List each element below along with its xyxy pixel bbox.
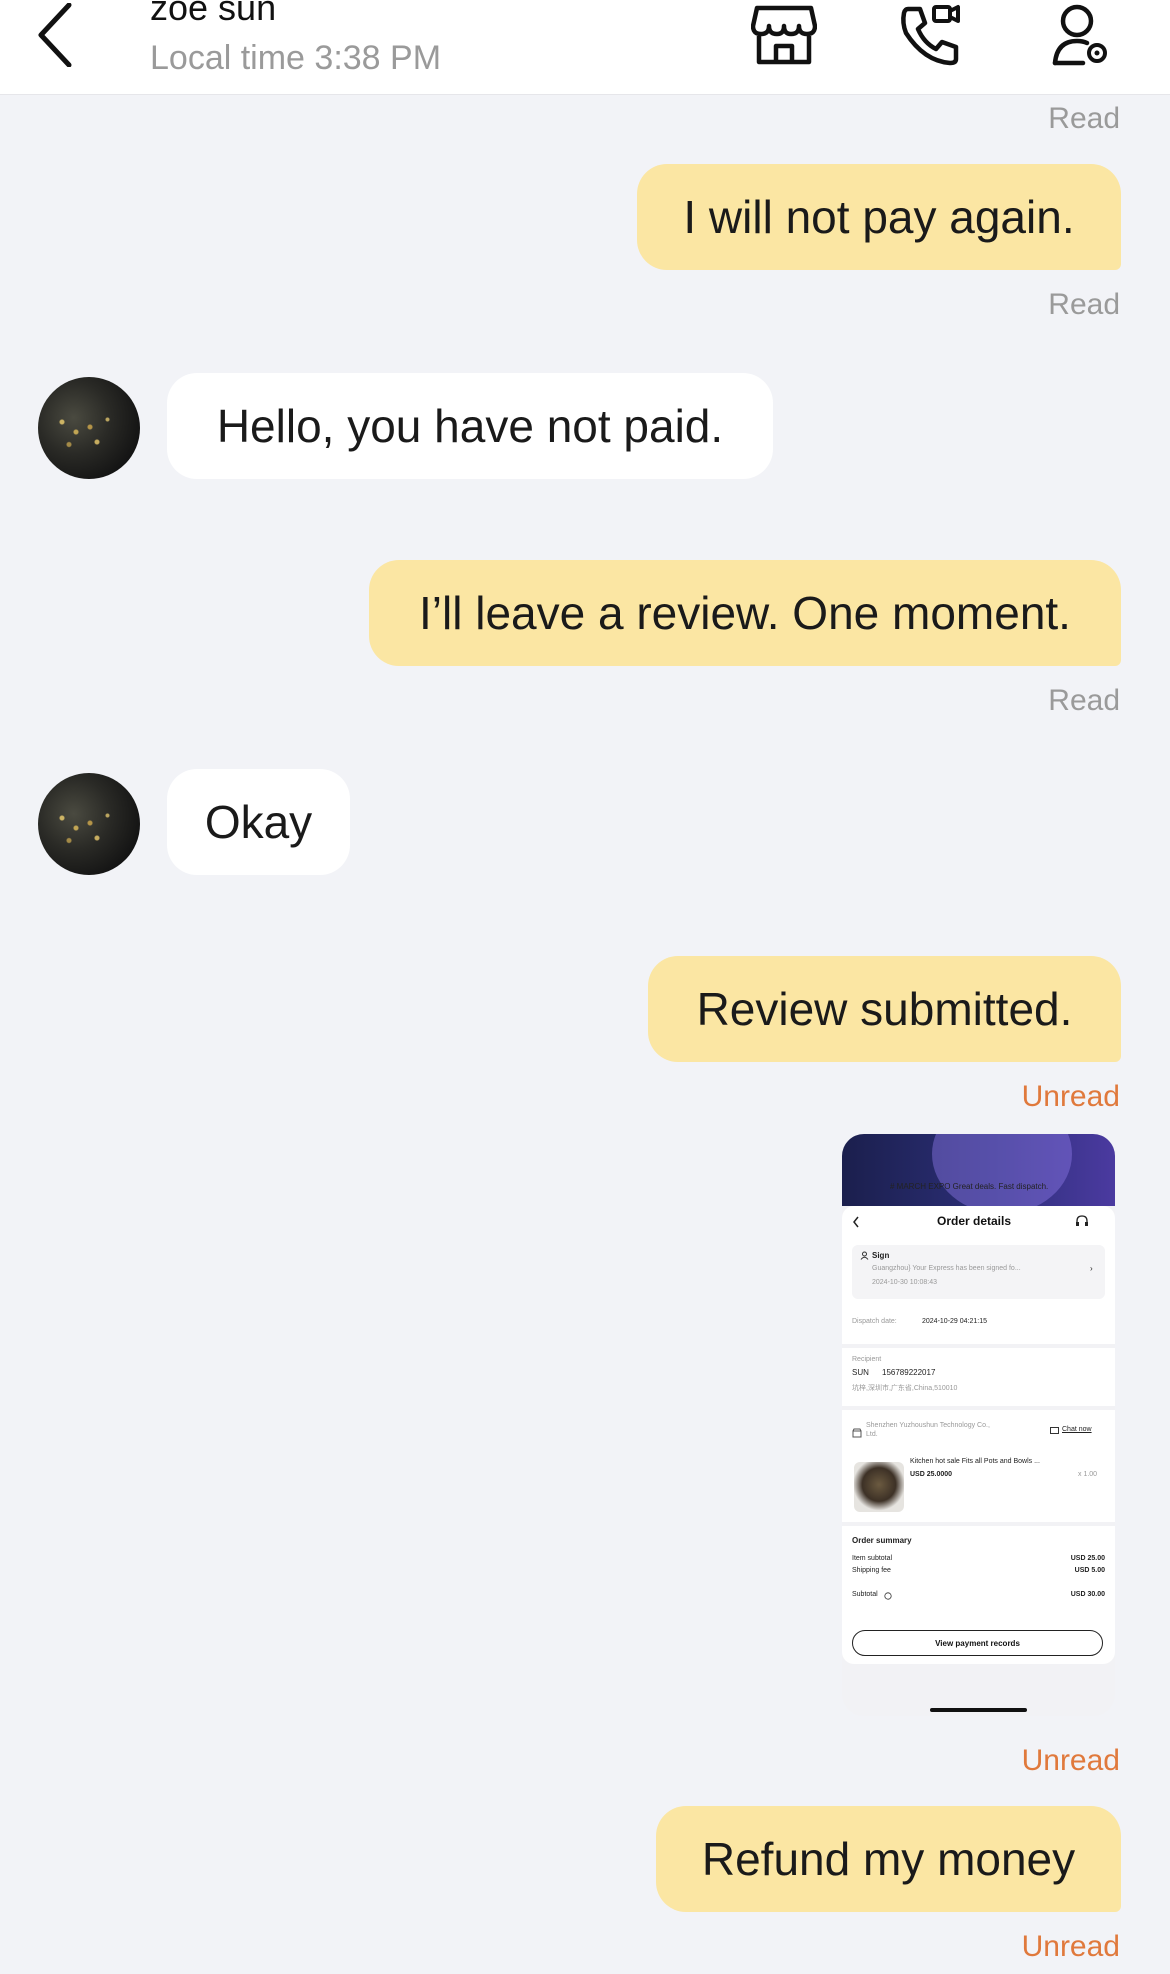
screenshot-sign-detail: Guangzhou} Your Express has been signed … [872, 1265, 1021, 1272]
store-icon [751, 5, 817, 65]
screenshot-recipient-label: Recipient [852, 1356, 882, 1363]
info-icon [884, 1592, 892, 1600]
video-call-icon [901, 5, 960, 66]
headset-icon [1076, 1215, 1088, 1226]
message-status: Unread [1021, 1744, 1120, 1777]
outgoing-message[interactable]: Review submitted. [648, 956, 1121, 1062]
outgoing-message[interactable]: I’ll leave a review. One moment. [369, 560, 1121, 666]
contact-name[interactable]: zoe sun [150, 0, 276, 28]
screenshot-product-image [854, 1462, 904, 1512]
screenshot-seller-name: Shenzhen Yuzhoushun Technology Co., [866, 1422, 990, 1429]
screenshot-recipient-name: SUN [852, 1368, 869, 1377]
screenshot-banner [842, 1134, 1115, 1214]
store-icon [852, 1428, 862, 1438]
screenshot-product-qty: x 1.00 [1078, 1471, 1098, 1478]
message-status: Unread [1021, 1930, 1120, 1963]
screenshot-item-subtotal-value: USD 25.00 [1070, 1555, 1105, 1562]
chat-header: zoe sun Local time 3:38 PM [0, 0, 1170, 95]
screenshot-order-card: Order details Sign Guangzhou} Your Expre… [842, 1206, 1115, 1344]
video-call-button[interactable] [895, 0, 965, 70]
screenshot-recipient-phone: 156789222017 [882, 1368, 936, 1377]
contact-settings-icon [1052, 4, 1107, 66]
chevron-left-icon [853, 1216, 859, 1228]
message-status: Read [1048, 288, 1120, 321]
chat-icon [1050, 1427, 1059, 1434]
chevron-right-icon: › [1090, 1264, 1093, 1273]
screenshot-sign-time: 2024-10-30 10:08:43 [872, 1279, 937, 1286]
contact-avatar[interactable] [38, 773, 140, 875]
order-screenshot-image[interactable]: # MARCH EXPO Great deals. Fast dispatch.… [842, 1134, 1115, 1716]
contact-settings-button[interactable] [1046, 0, 1116, 70]
screenshot-product-card: Shenzhen Yuzhoushun Technology Co., Ltd.… [842, 1410, 1115, 1522]
back-icon [38, 3, 72, 67]
screenshot-dispatch-value: 2024-10-29 04:21:15 [922, 1318, 987, 1325]
screenshot-item-subtotal-label: Item subtotal [852, 1555, 893, 1562]
screenshot-recipient-card: Recipient SUN 156789222017 坑梓,深圳市,广东省,Ch… [842, 1348, 1115, 1406]
screenshot-subtotal-value: USD 30.00 [1070, 1591, 1105, 1598]
screenshot-subtotal-label: Subtotal [852, 1591, 878, 1598]
outgoing-message[interactable]: I will not pay again. [637, 164, 1121, 270]
screenshot-shipping-label: Shipping fee [852, 1567, 891, 1574]
outgoing-message[interactable]: Refund my money [656, 1806, 1121, 1912]
screenshot-seller-name-2: Ltd. [866, 1431, 878, 1438]
incoming-message[interactable]: Hello, you have not paid. [167, 373, 773, 479]
screenshot-summary-card: Order summary Item subtotal USD 25.00 Sh… [842, 1526, 1115, 1664]
screenshot-product-name: Kitchen hot sale Fits all Pots and Bowls… [910, 1458, 1040, 1465]
screenshot-view-payment-button: View payment records [852, 1630, 1103, 1656]
user-icon [860, 1251, 869, 1260]
store-button[interactable] [749, 0, 819, 70]
back-button[interactable] [30, 0, 80, 70]
screenshot-shipping-value: USD 5.00 [1074, 1567, 1105, 1574]
message-status: Unread [1021, 1080, 1120, 1113]
screenshot-dispatch-label: Dispatch date: [852, 1318, 897, 1325]
screenshot-recipient-address: 坑梓,深圳市,广东省,China,510010 [852, 1385, 958, 1392]
screenshot-title: Order details [937, 1214, 1012, 1228]
screenshot-home-indicator [930, 1708, 1027, 1712]
screenshot-summary-title: Order summary [852, 1536, 912, 1545]
message-status: Read [1048, 102, 1120, 135]
screenshot-chat-now: Chat now [1062, 1426, 1092, 1433]
message-status: Read [1048, 684, 1120, 717]
local-time: Local time 3:38 PM [150, 39, 442, 77]
contact-avatar[interactable] [38, 377, 140, 479]
screenshot-sign-label: Sign [872, 1251, 890, 1260]
incoming-message[interactable]: Okay [167, 769, 350, 875]
screenshot-sign-box [852, 1245, 1105, 1299]
screenshot-banner-text: # MARCH EXPO Great deals. Fast dispatch. [890, 1182, 1049, 1191]
screenshot-product-price: USD 25.0000 [910, 1471, 953, 1478]
